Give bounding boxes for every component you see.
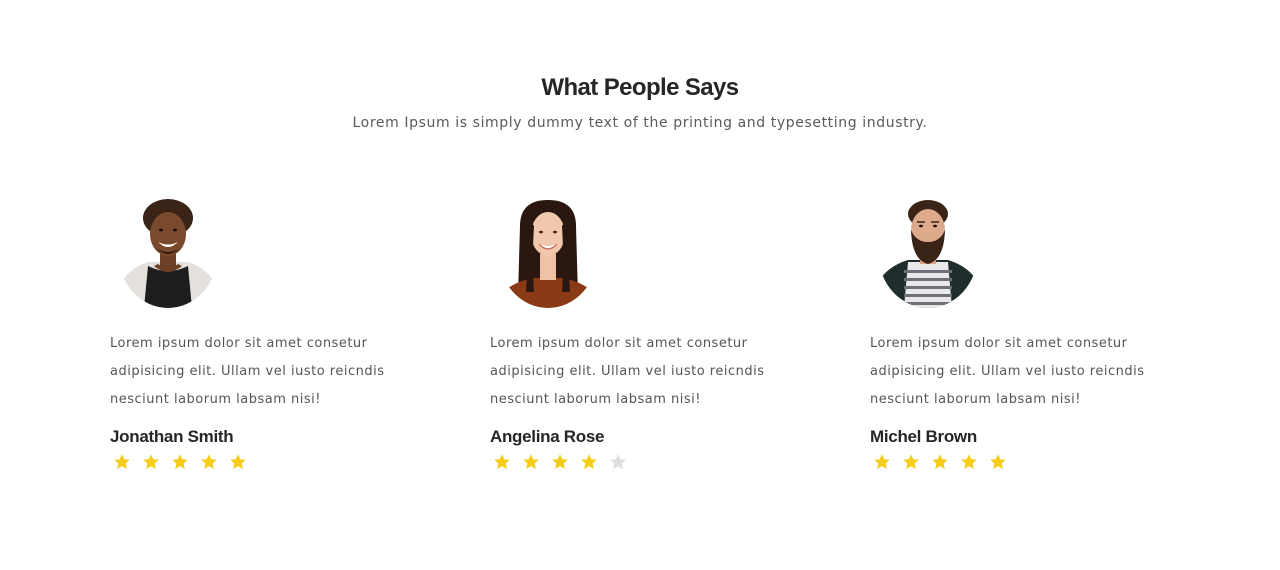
- star-filled-icon: [961, 454, 977, 469]
- avatar: [878, 196, 978, 308]
- star-filled-icon: [990, 454, 1006, 469]
- avatar-photo-icon: [118, 196, 218, 308]
- star-filled-icon: [143, 454, 159, 469]
- star-filled-icon: [114, 454, 130, 469]
- star-filled-icon: [494, 454, 510, 469]
- star-rating: [873, 453, 1007, 471]
- testimonial-quote: Lorem ipsum dolor sit amet consetur adip…: [110, 336, 385, 407]
- testimonial-card: Lorem ipsum dolor sit amet consetur adip…: [490, 196, 820, 486]
- avatar: [118, 196, 218, 308]
- star-filled-icon: [523, 454, 539, 469]
- star-filled-icon: [230, 454, 246, 469]
- testimonial-card: Lorem ipsum dolor sit amet consetur adip…: [110, 196, 440, 486]
- star-filled-icon: [172, 454, 188, 469]
- avatar-photo-icon: [878, 196, 978, 308]
- star-rating: [493, 453, 627, 471]
- testimonial-quote: Lorem ipsum dolor sit amet consetur adip…: [490, 336, 765, 407]
- testimonial-name: Angelina Rose: [490, 427, 605, 446]
- star-filled-icon: [874, 454, 890, 469]
- star-rating: [113, 453, 247, 471]
- star-filled-icon: [932, 454, 948, 469]
- testimonial-name: Jonathan Smith: [110, 427, 234, 446]
- section-subtitle: Lorem Ipsum is simply dummy text of the …: [352, 115, 928, 131]
- testimonial-name: Michel Brown: [870, 427, 977, 446]
- star-filled-icon: [581, 454, 597, 469]
- avatar: [498, 196, 598, 308]
- star-filled-icon: [552, 454, 568, 469]
- section-title: What People Says: [541, 74, 739, 101]
- star-filled-icon: [903, 454, 919, 469]
- star-filled-icon: [201, 454, 217, 469]
- testimonial-quote: Lorem ipsum dolor sit amet consetur adip…: [870, 336, 1145, 407]
- testimonial-card: Lorem ipsum dolor sit amet consetur adip…: [870, 196, 1200, 486]
- star-empty-icon: [610, 454, 626, 469]
- avatar-photo-icon: [498, 196, 598, 308]
